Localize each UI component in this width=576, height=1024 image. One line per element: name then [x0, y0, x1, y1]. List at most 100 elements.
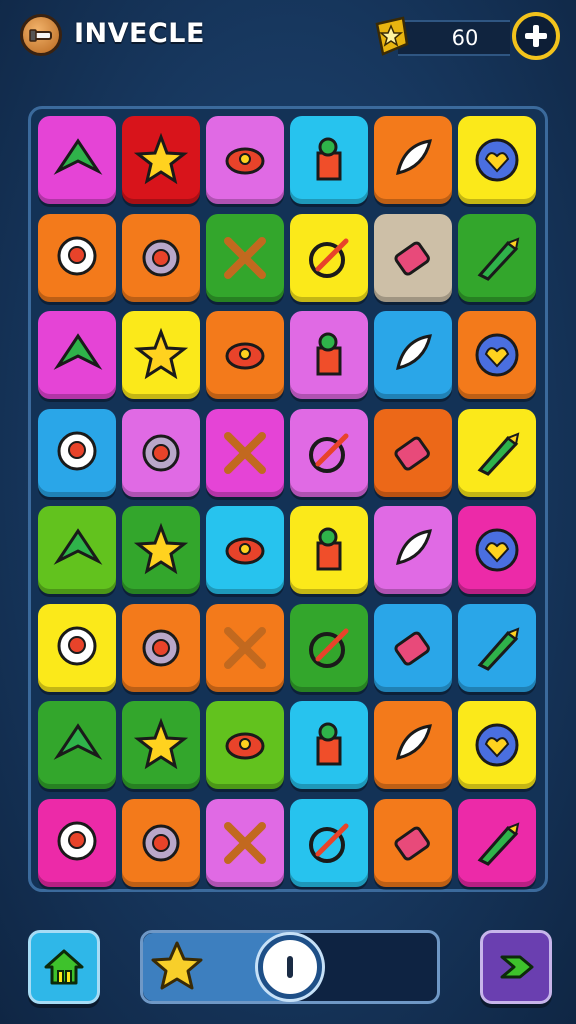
flower-gear-icon — [224, 821, 266, 864]
home-button[interactable] — [28, 930, 100, 1004]
game-tile[interactable] — [38, 408, 116, 497]
game-tile[interactable] — [206, 213, 284, 302]
pliers-icon — [57, 821, 97, 860]
cone-icon — [316, 332, 342, 376]
padlock-icon — [477, 821, 520, 866]
game-tile[interactable] — [122, 506, 200, 594]
wrench-icon — [142, 434, 180, 471]
hammer-icon — [396, 724, 432, 760]
calendar-icon — [53, 333, 103, 370]
sad-face-icon — [133, 717, 189, 770]
heart-badge-icon — [475, 138, 519, 182]
gear-icon — [394, 631, 430, 666]
add-coins-button[interactable] — [512, 12, 560, 60]
game-tile[interactable] — [122, 408, 200, 497]
next-button[interactable] — [480, 930, 552, 1004]
cross-swords-icon — [394, 826, 430, 861]
donut-icon — [57, 431, 97, 470]
picture-card-icon — [142, 629, 180, 666]
game-tile[interactable] — [458, 603, 536, 692]
game-tile[interactable] — [290, 213, 368, 302]
game-tile[interactable] — [374, 311, 452, 399]
face-bubble-icon — [53, 723, 103, 760]
game-tile[interactable] — [374, 213, 452, 302]
game-tile[interactable] — [38, 311, 116, 399]
tool-logo-icon — [29, 29, 52, 42]
boot-icon — [396, 529, 432, 565]
red-spaceship-icon — [225, 147, 265, 175]
game-tile[interactable] — [374, 701, 452, 789]
star-icon — [151, 941, 203, 990]
game-tile[interactable] — [458, 506, 536, 594]
game-tile[interactable] — [122, 701, 200, 789]
no-sign-icon — [396, 334, 432, 370]
game-tile[interactable] — [290, 798, 368, 887]
game-tile[interactable] — [206, 408, 284, 497]
game-tile[interactable] — [38, 603, 116, 692]
smiley-icon — [477, 431, 520, 476]
gingerbread-icon — [57, 626, 97, 665]
cog-icon — [316, 722, 342, 766]
speech-bubble-icon — [57, 236, 97, 275]
game-tile[interactable] — [38, 116, 116, 204]
game-tile[interactable] — [38, 701, 116, 789]
plus-icon — [525, 25, 547, 47]
game-tile[interactable] — [374, 116, 452, 204]
game-tile[interactable] — [122, 213, 200, 302]
game-tile[interactable] — [458, 798, 536, 887]
battery-pack-icon — [142, 824, 180, 861]
cookie-face-icon — [225, 732, 265, 760]
game-tile[interactable] — [206, 798, 284, 887]
game-tile[interactable] — [374, 603, 452, 692]
progress-slider-knob[interactable] — [258, 935, 322, 999]
game-tile[interactable] — [290, 116, 368, 204]
bird-icon — [133, 327, 189, 380]
game-tile[interactable] — [458, 408, 536, 497]
game-tile[interactable] — [458, 701, 536, 789]
rocket-icon — [225, 537, 265, 565]
strawberry-icon — [309, 433, 349, 473]
lamp-icon — [475, 333, 519, 377]
game-tile[interactable] — [122, 603, 200, 692]
battery-icon — [394, 241, 430, 276]
coin-count: 60 — [451, 26, 479, 50]
fence-icon — [133, 522, 189, 575]
game-tile[interactable] — [38, 213, 116, 302]
house-icon — [225, 342, 265, 370]
game-tile[interactable] — [374, 408, 452, 497]
app-logo — [20, 14, 62, 56]
game-tile[interactable] — [206, 603, 284, 692]
game-tile[interactable] — [38, 798, 116, 887]
game-tile[interactable] — [206, 311, 284, 399]
sun-face-icon — [477, 626, 520, 671]
game-tile[interactable] — [206, 701, 284, 789]
game-tile[interactable] — [290, 603, 368, 692]
game-tile[interactable] — [122, 798, 200, 887]
power-knob-icon — [287, 956, 293, 978]
robot-figure-icon — [316, 137, 342, 181]
sawblade-icon — [142, 239, 180, 276]
game-tile[interactable] — [458, 213, 536, 302]
cannon-icon — [53, 528, 103, 565]
game-tile[interactable] — [206, 506, 284, 594]
game-tile[interactable] — [206, 116, 284, 204]
game-tile[interactable] — [290, 506, 368, 594]
shell-icon — [396, 139, 432, 175]
game-tile[interactable] — [290, 311, 368, 399]
blob-icon — [394, 436, 430, 471]
game-tile[interactable] — [122, 311, 200, 399]
target-wrench-icon — [309, 238, 349, 278]
game-tile[interactable] — [374, 506, 452, 594]
yellow-star-icon — [133, 132, 189, 185]
game-tile[interactable] — [290, 701, 368, 789]
crayon-icon — [477, 236, 520, 281]
chevron-right-icon — [500, 955, 534, 979]
game-tile[interactable] — [374, 798, 452, 887]
game-tile[interactable] — [122, 116, 200, 204]
game-tile[interactable] — [38, 506, 116, 594]
game-tile[interactable] — [290, 408, 368, 497]
game-tile[interactable] — [458, 311, 536, 399]
game-tile[interactable] — [458, 116, 536, 204]
app-title: INVECLE — [74, 18, 205, 49]
smile-face-icon — [475, 723, 519, 767]
